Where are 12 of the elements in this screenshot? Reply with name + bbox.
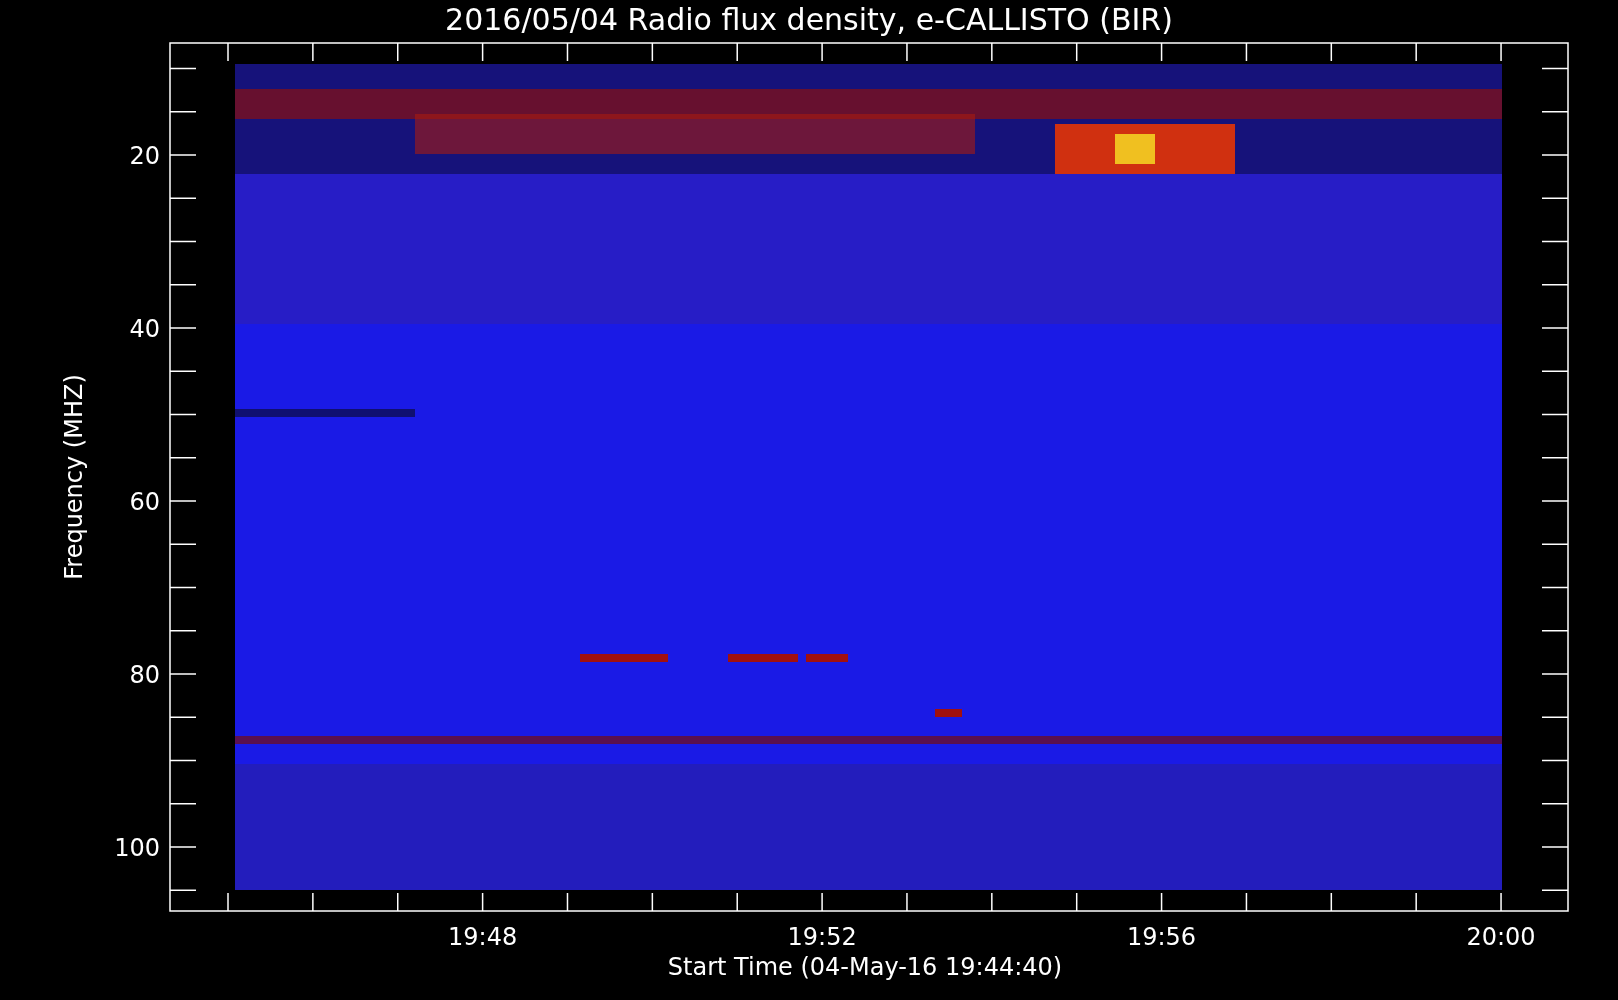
x-axis-label: Start Time (04-May-16 19:44:40) <box>667 953 1063 981</box>
x-tick-label: 19:48 <box>448 923 518 951</box>
x-tick-label: 19:52 <box>787 923 857 951</box>
y-axis-label: Frequency (MHZ) <box>60 374 88 580</box>
y-tick-label: 100 <box>114 834 160 862</box>
y-tick-label: 40 <box>129 315 160 343</box>
y-tick-label: 20 <box>129 142 160 170</box>
x-tick-label: 20:00 <box>1466 923 1536 951</box>
y-tick-label: 60 <box>129 488 160 516</box>
chart-title: 2016/05/04 Radio flux density, e-CALLISTO (BIR) <box>445 2 1173 37</box>
x-tick-label: 19:56 <box>1127 923 1197 951</box>
y-tick-label: 80 <box>129 661 160 689</box>
